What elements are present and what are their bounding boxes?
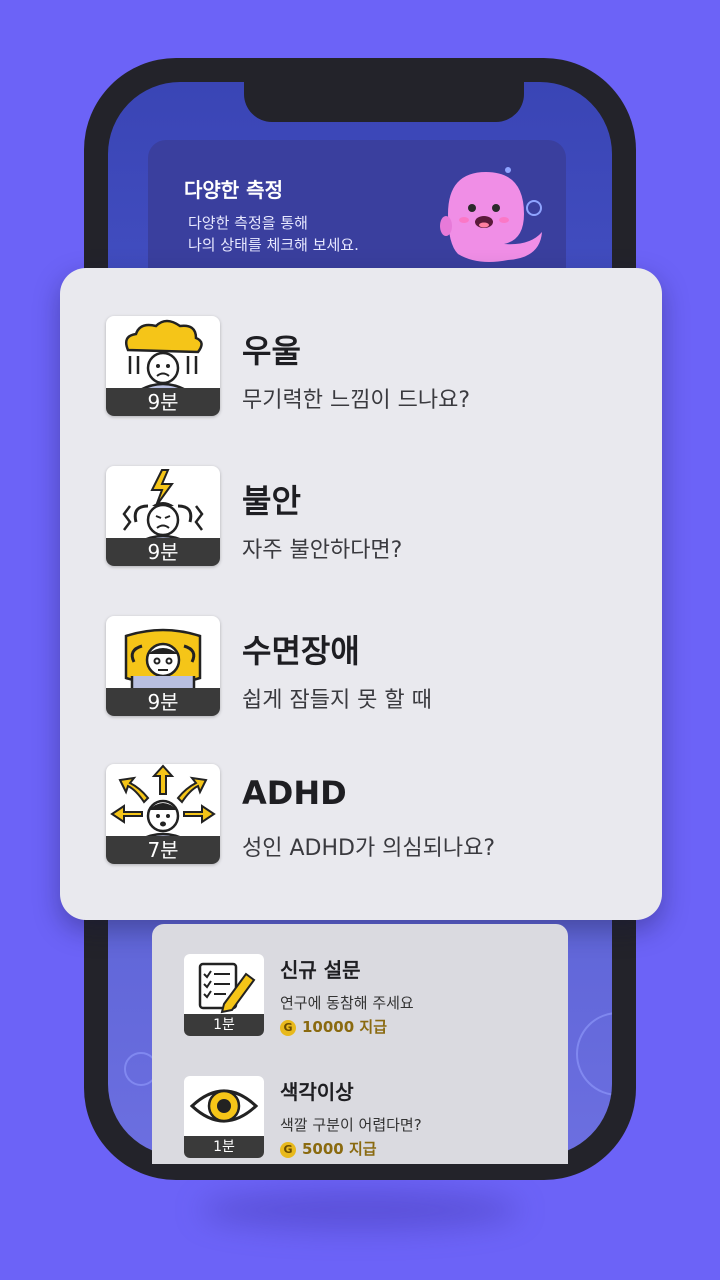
coin-icon: G [280, 1019, 296, 1036]
banner-description: 다양한 측정을 통해 나의 상태를 체크해 보세요. [188, 214, 359, 254]
test-item-depression[interactable]: 9분 우울 무기력한 느낌이 드나요? [106, 316, 626, 420]
duration-label: 7분 [106, 836, 220, 864]
test-title: 불안 [242, 482, 301, 520]
reward-label: G 10000 지급 [280, 1016, 387, 1037]
test-thumbnail: 9분 [106, 616, 220, 716]
extra-test-title: 신규 설문 [280, 958, 361, 982]
reward-amount: 10000 지급 [302, 1018, 388, 1036]
phone-notch [244, 82, 524, 122]
test-item-anxiety[interactable]: 9분 불안 자주 불안하다면? [106, 466, 626, 570]
test-thumbnail: 9분 [106, 316, 220, 416]
test-item-adhd[interactable]: 7분 ADHD 성인 ADHD가 의심되나요? [106, 764, 626, 868]
test-description: 자주 불안하다면? [242, 538, 403, 563]
test-thumbnail: 7분 [106, 764, 220, 864]
duration-label: 9분 [106, 388, 220, 416]
phone-shadow [200, 1190, 520, 1230]
extra-test-description: 색깔 구분이 어렵다면? [280, 1116, 422, 1134]
extra-test-card: 1분 신규 설문 연구에 동참해 주세요 G 10000 지급 1분 색각이상 색… [152, 924, 568, 1164]
test-description: 무기력한 느낌이 드나요? [242, 388, 471, 413]
duration-label: 1분 [184, 1014, 264, 1036]
test-thumbnail: 1분 [184, 954, 264, 1036]
test-list-card: 9분 우울 무기력한 느낌이 드나요? 9분 불안 자주 불안하다면? 9분 수… [60, 268, 662, 920]
coin-icon: G [280, 1141, 296, 1158]
whale-mascot-icon [440, 167, 542, 262]
test-item-sleep[interactable]: 9분 수면장애 쉽게 잠들지 못 할 때 [106, 616, 626, 720]
duration-label: 1분 [184, 1136, 264, 1158]
test-title: 우울 [242, 332, 301, 370]
extra-test-item-survey[interactable]: 1분 신규 설문 연구에 동참해 주세요 G 10000 지급 [184, 954, 564, 1054]
banner-title: 다양한 측정 [184, 178, 283, 202]
test-title: 수면장애 [242, 632, 360, 670]
test-thumbnail: 9분 [106, 466, 220, 566]
extra-test-description: 연구에 동참해 주세요 [280, 994, 414, 1012]
test-description: 성인 ADHD가 의심되나요? [242, 836, 496, 861]
extra-test-item-color[interactable]: 1분 색각이상 색깔 구분이 어렵다면? G 5000 지급 [184, 1076, 564, 1176]
test-thumbnail: 1분 [184, 1076, 264, 1158]
reward-label: G 5000 지급 [280, 1138, 377, 1159]
decor-circle [576, 1012, 612, 1096]
test-description: 쉽게 잠들지 못 할 때 [242, 688, 432, 713]
reward-amount: 5000 지급 [302, 1140, 377, 1158]
duration-label: 9분 [106, 538, 220, 566]
extra-test-title: 색각이상 [280, 1080, 354, 1104]
test-title: ADHD [242, 774, 347, 812]
duration-label: 9분 [106, 688, 220, 716]
